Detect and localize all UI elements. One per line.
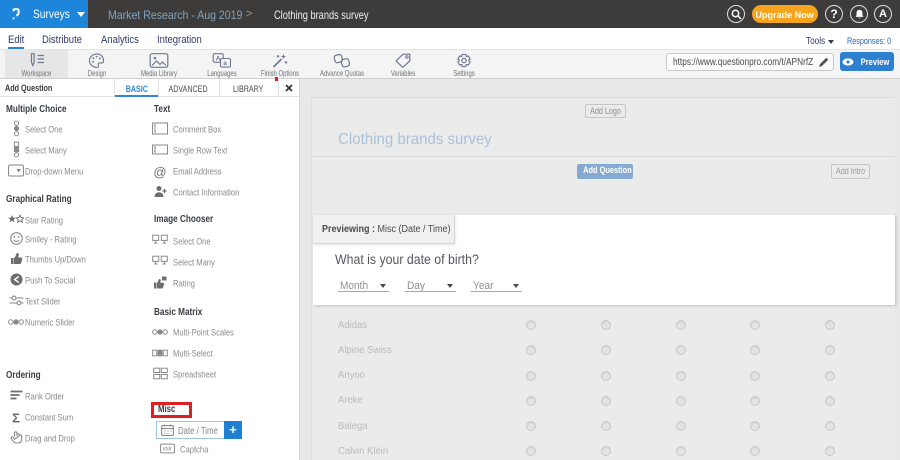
svg-text:a: a bbox=[223, 60, 227, 67]
svg-text:A: A bbox=[216, 55, 221, 62]
svg-text:vsk: vsk bbox=[162, 447, 172, 453]
